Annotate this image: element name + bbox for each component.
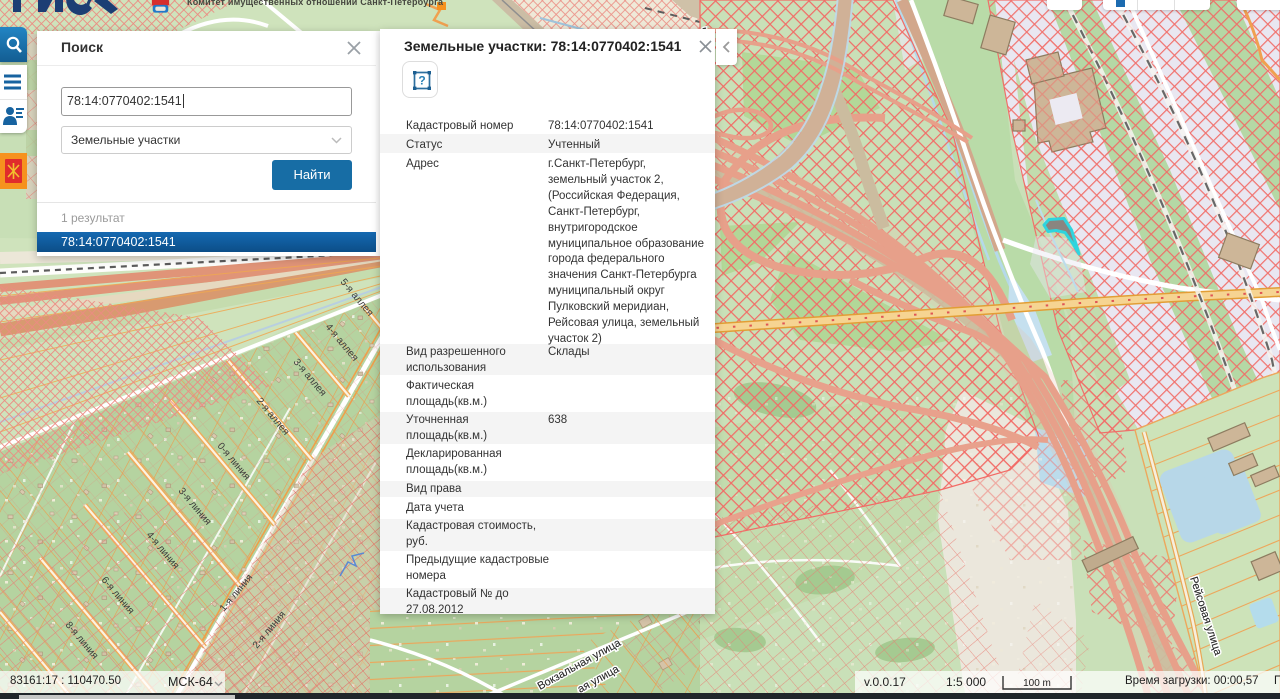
svg-text:100 m: 100 m [1023,678,1051,689]
svg-text:?: ? [418,74,425,88]
